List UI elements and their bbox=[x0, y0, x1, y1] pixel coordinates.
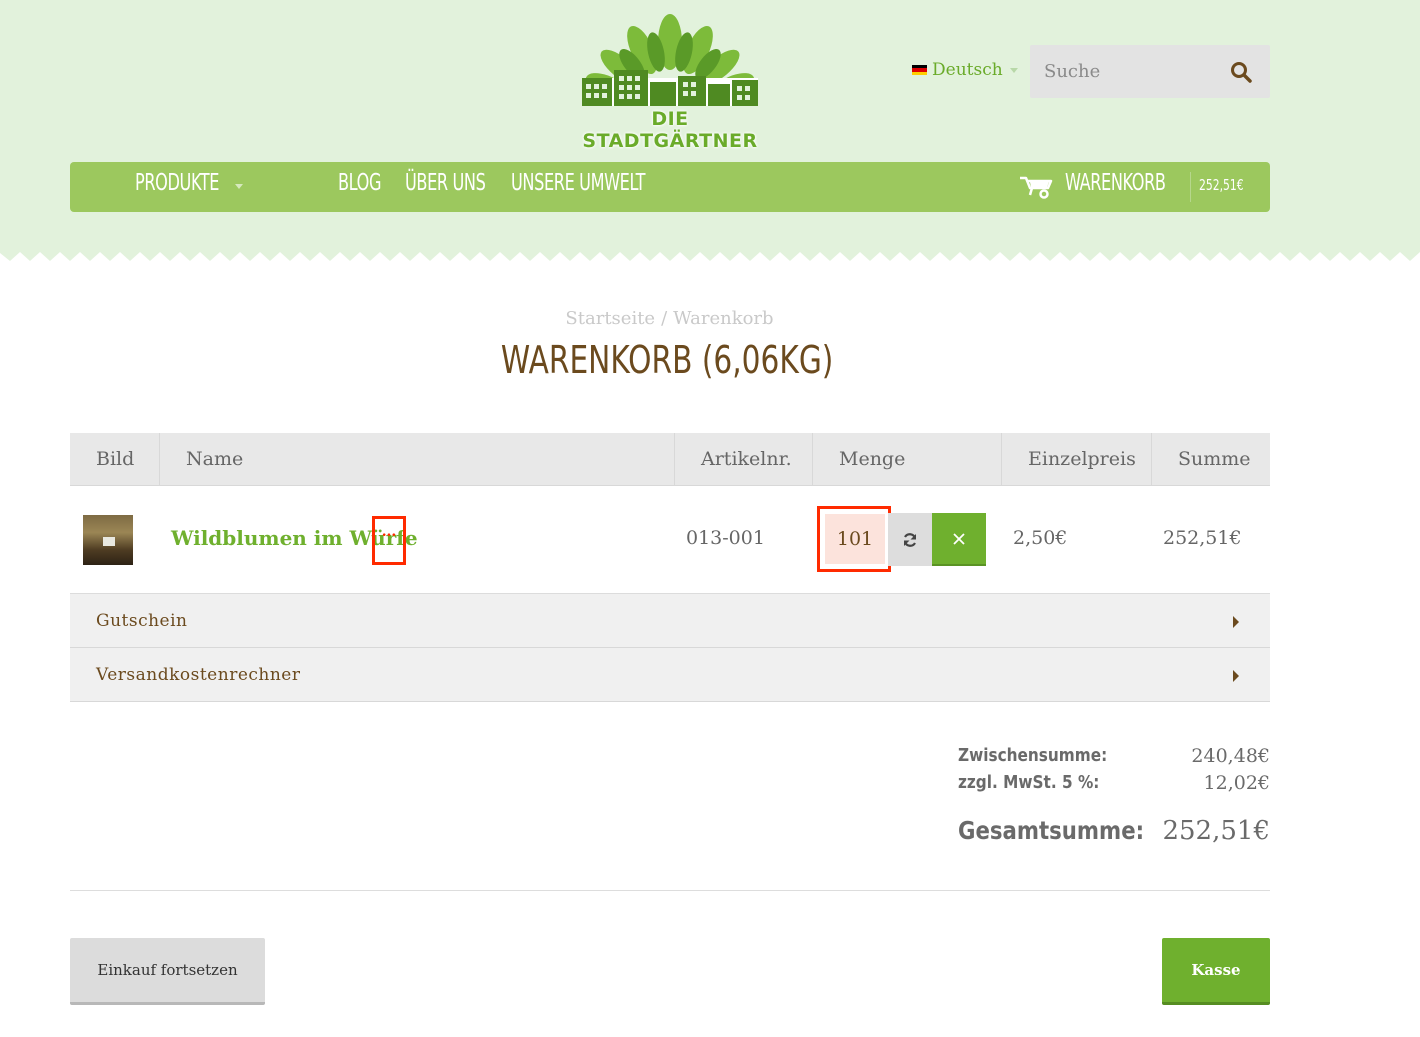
table-row: Wildblumen im Würfe ... 013-001 2,50€ 25… bbox=[70, 486, 1270, 594]
tax-value: 12,02€ bbox=[1203, 772, 1270, 794]
cart-totals: Zwischensumme: 240,48€ zzgl. MwSt. 5 %: … bbox=[958, 745, 1270, 866]
chevron-down-icon bbox=[1009, 67, 1018, 73]
subtotal-value: 240,48€ bbox=[1191, 745, 1270, 767]
continue-shopping-button[interactable]: Einkauf fortsetzen bbox=[70, 938, 265, 1005]
breadcrumb-home[interactable]: Startseite bbox=[565, 308, 655, 329]
search-icon[interactable] bbox=[1230, 61, 1252, 83]
nav-item-cart[interactable]: Warenkorb bbox=[1065, 170, 1166, 196]
name-truncation-marker[interactable]: ... bbox=[372, 516, 406, 565]
page-title: Warenkorb (6,06kg) bbox=[0, 338, 1334, 382]
nav-item-blog[interactable]: Blog bbox=[338, 170, 381, 196]
search-bar bbox=[1030, 45, 1270, 98]
zigzag-divider bbox=[0, 252, 1420, 263]
nav-item-environment[interactable]: Unsere Umwelt bbox=[511, 170, 645, 196]
close-icon bbox=[953, 532, 965, 545]
header-sku: Artikelnr. bbox=[674, 433, 812, 486]
sunflower-logo-icon bbox=[582, 14, 758, 106]
ellipsis-icon: ... bbox=[381, 524, 397, 540]
wheelbarrow-cart-icon[interactable] bbox=[1018, 173, 1054, 199]
logo-text: DIE STADTGÄRTNER bbox=[582, 108, 758, 152]
subtotal-row: Zwischensumme: 240,48€ bbox=[958, 745, 1270, 772]
language-label: Deutsch bbox=[932, 60, 1003, 80]
refresh-icon bbox=[903, 532, 917, 547]
nav-item-products[interactable]: Produkte bbox=[135, 170, 219, 196]
voucher-accordion[interactable]: Gutschein bbox=[70, 594, 1270, 648]
remove-item-button[interactable] bbox=[932, 513, 986, 566]
breadcrumb-separator: / bbox=[661, 308, 668, 329]
breadcrumb: Startseite / Warenkorb bbox=[0, 308, 1339, 329]
nav-cart-total[interactable]: 252,51€ bbox=[1199, 176, 1244, 194]
voucher-label: Gutschein bbox=[96, 611, 188, 631]
update-quantity-button[interactable] bbox=[888, 513, 932, 566]
header-unit-price: Einzelpreis bbox=[1001, 433, 1151, 486]
header-image: Bild bbox=[96, 448, 135, 470]
nav-item-about[interactable]: Über uns bbox=[405, 170, 486, 196]
nav-divider bbox=[1190, 172, 1191, 202]
grand-total-value: 252,51€ bbox=[1162, 816, 1270, 846]
quantity-highlight bbox=[817, 506, 891, 572]
tax-row: zzgl. MwSt. 5 %: 12,02€ bbox=[958, 772, 1270, 799]
breadcrumb-current[interactable]: Warenkorb bbox=[673, 308, 773, 329]
germany-flag-icon bbox=[912, 65, 927, 75]
header-name: Name bbox=[159, 433, 674, 486]
grand-total-row: Gesamtsumme: 252,51€ bbox=[958, 816, 1270, 866]
chevron-down-icon bbox=[235, 184, 243, 189]
line-total: 252,51€ bbox=[1163, 527, 1242, 549]
shipping-calculator-accordion[interactable]: Versandkostenrechner bbox=[70, 648, 1270, 702]
language-selector[interactable]: Deutsch bbox=[912, 60, 1018, 80]
table-header: Bild Name Artikelnr. Menge Einzelpreis S… bbox=[70, 433, 1270, 486]
cart-table: Bild Name Artikelnr. Menge Einzelpreis S… bbox=[70, 433, 1270, 702]
checkout-button[interactable]: Kasse bbox=[1162, 938, 1270, 1005]
site-logo[interactable]: DIE STADTGÄRTNER bbox=[570, 12, 770, 152]
caret-right-icon bbox=[1233, 616, 1239, 628]
header-qty: Menge bbox=[812, 433, 1001, 486]
shipping-calculator-label: Versandkostenrechner bbox=[96, 665, 301, 685]
divider bbox=[70, 890, 1270, 891]
product-thumbnail[interactable] bbox=[83, 515, 133, 565]
grand-total-label: Gesamtsumme: bbox=[958, 816, 1145, 845]
product-thumbnail-tag bbox=[103, 537, 115, 546]
page-title-text: Warenkorb (6,06kg) bbox=[500, 338, 834, 382]
header-total: Summe bbox=[1151, 433, 1270, 486]
caret-right-icon bbox=[1233, 670, 1239, 682]
search-input[interactable] bbox=[1030, 45, 1210, 98]
tax-label: zzgl. MwSt. 5 %: bbox=[958, 772, 1100, 793]
unit-price: 2,50€ bbox=[1013, 527, 1068, 549]
product-sku: 013-001 bbox=[686, 527, 765, 549]
subtotal-label: Zwischensumme: bbox=[958, 745, 1108, 766]
